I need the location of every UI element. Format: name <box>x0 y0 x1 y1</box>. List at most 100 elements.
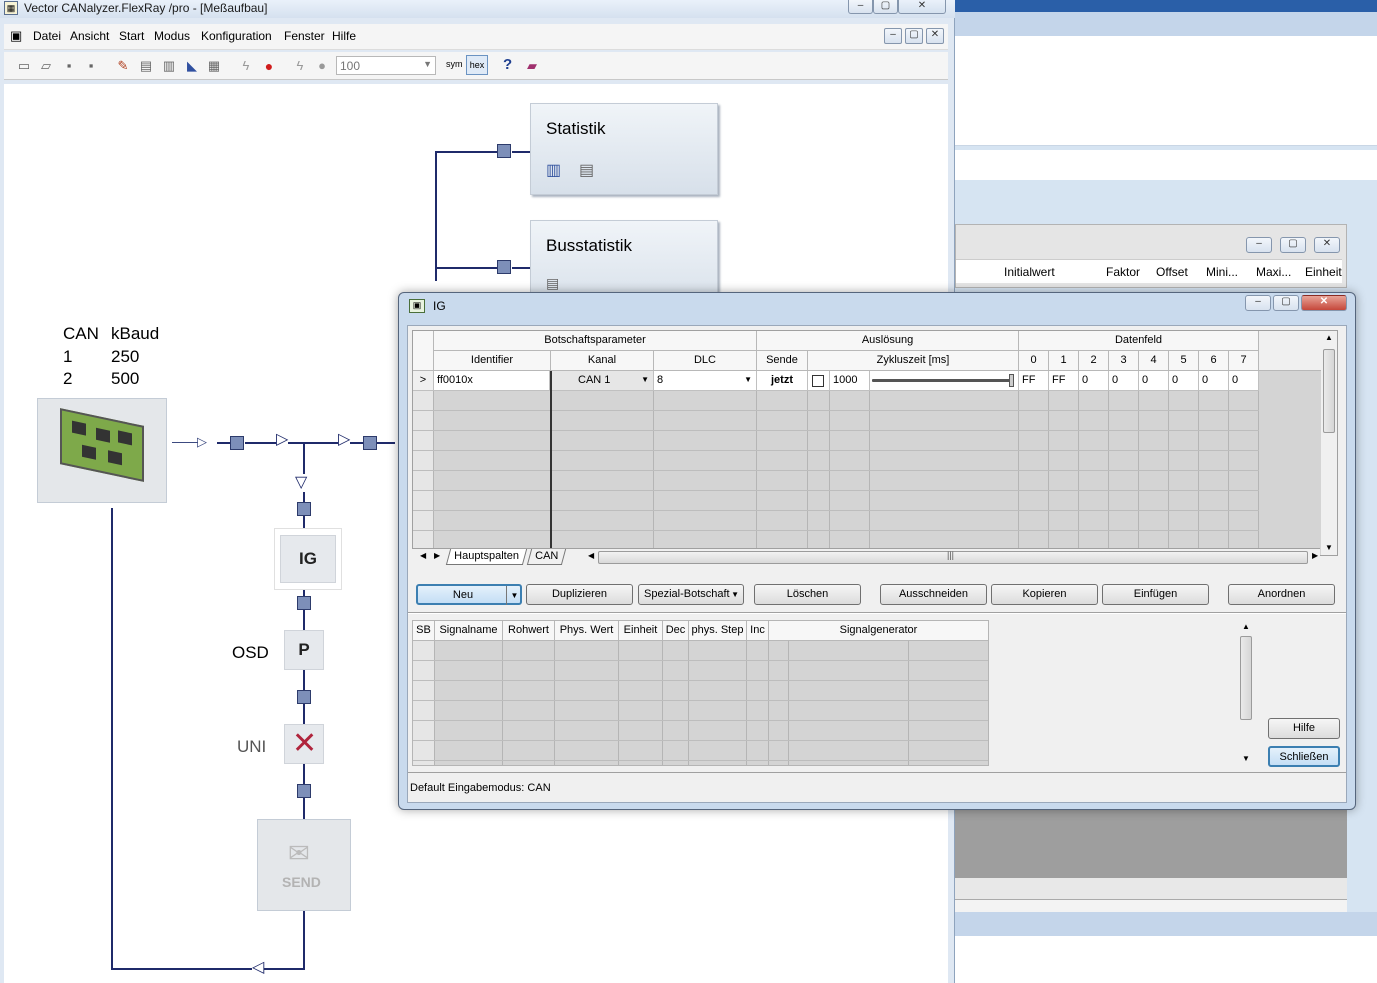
send-now-button[interactable]: jetzt <box>757 371 808 391</box>
window-icon[interactable]: ▤ <box>138 58 154 74</box>
hilfe-button[interactable]: Hilfe <box>1268 718 1340 739</box>
loeschen-button[interactable]: Löschen <box>754 584 861 605</box>
col-byte-5[interactable]: 5 <box>1169 351 1199 371</box>
scroll-up-icon[interactable]: ▲ <box>1325 333 1333 342</box>
grid-vertical-scrollbar[interactable]: ▲ ▼ <box>1321 331 1337 555</box>
save-icon[interactable]: ▪ <box>61 58 77 74</box>
port-square[interactable] <box>297 784 311 798</box>
hex-toggle[interactable]: hex <box>466 55 488 75</box>
tab-hauptspalten[interactable]: Hauptspalten <box>445 549 527 565</box>
help-icon[interactable]: ? <box>503 56 512 73</box>
port-square[interactable] <box>497 260 511 274</box>
column-einheit[interactable]: Einheit <box>1305 265 1342 279</box>
tab-scroll-left-icon[interactable]: ◀ <box>420 551 426 560</box>
col-byte-4[interactable]: 4 <box>1139 351 1169 371</box>
col-kanal[interactable]: Kanal <box>551 351 654 371</box>
signal-vertical-scrollbar[interactable]: ▲ ▼ <box>1238 620 1254 766</box>
close-icon[interactable]: ✕ <box>1301 295 1347 311</box>
schliessen-button[interactable]: Schließen <box>1268 746 1340 767</box>
col-byte-0[interactable]: 0 <box>1019 351 1049 371</box>
sym-toggle[interactable]: sym <box>446 59 463 69</box>
port-square[interactable] <box>497 144 511 158</box>
minimize-icon[interactable]: – <box>848 0 873 14</box>
byte-1-input[interactable]: FF <box>1049 371 1079 391</box>
edit-icon[interactable]: ▥ <box>161 58 177 74</box>
measure-icon[interactable]: ◣ <box>184 58 200 74</box>
scroll-right-icon[interactable]: ▶ <box>1312 551 1318 560</box>
scroll-down-icon[interactable]: ▼ <box>1325 543 1333 552</box>
minimize-icon[interactable]: – <box>1246 237 1272 253</box>
port-square[interactable] <box>297 502 311 516</box>
menu-modus[interactable]: Modus <box>154 29 190 43</box>
new-file-icon[interactable]: ▭ <box>16 58 32 74</box>
col-byte-3[interactable]: 3 <box>1109 351 1139 371</box>
col-byte-2[interactable]: 2 <box>1079 351 1109 371</box>
column-offset[interactable]: Offset <box>1156 265 1188 279</box>
col-sb[interactable]: SB <box>413 621 435 641</box>
lightning-icon[interactable]: ϟ <box>238 58 254 74</box>
p-block[interactable]: P <box>284 630 324 670</box>
column-initialwert[interactable]: Initialwert <box>1004 265 1055 279</box>
send-block[interactable]: ✉ SEND <box>257 819 351 911</box>
scrollbar-thumb[interactable] <box>1240 636 1252 720</box>
byte-4-input[interactable]: 0 <box>1139 371 1169 391</box>
neu-button[interactable]: Neu ▼ <box>416 584 522 605</box>
col-einheit[interactable]: Einheit <box>619 621 663 641</box>
col-dec[interactable]: Dec <box>663 621 689 641</box>
slider-handle[interactable] <box>1009 374 1014 387</box>
identifier-input[interactable]: ff0010x <box>434 371 550 391</box>
port-square[interactable] <box>297 690 311 704</box>
zoom-icon[interactable]: ● <box>314 58 330 74</box>
col-sende[interactable]: Sende <box>757 351 808 371</box>
chart-window-icon[interactable]: ▥ <box>546 160 561 180</box>
col-identifier[interactable]: Identifier <box>434 351 551 371</box>
tab-scroll-right-icon[interactable]: ▶ <box>434 551 440 560</box>
port-square[interactable] <box>297 596 311 610</box>
save-all-icon[interactable]: ▪ <box>83 58 99 74</box>
uni-block[interactable]: ✕ <box>284 724 324 764</box>
col-byte-6[interactable]: 6 <box>1199 351 1229 371</box>
col-phys-wert[interactable]: Phys. Wert <box>555 621 619 641</box>
maximize-icon[interactable]: ▢ <box>1280 237 1306 253</box>
scrollbar-thumb[interactable] <box>1323 349 1335 433</box>
statistik-block[interactable]: Statistik ▥ ▤ <box>530 103 718 195</box>
list-window-icon[interactable]: ▤ <box>579 160 594 180</box>
scroll-left-icon[interactable]: ◀ <box>588 551 594 560</box>
graphics-icon[interactable]: ✎ <box>115 58 131 74</box>
col-zykluszeit[interactable]: Zykluszeit [ms] <box>808 351 1019 371</box>
open-folder-icon[interactable]: ▱ <box>38 58 54 74</box>
record-icon[interactable]: ● <box>261 58 277 74</box>
col-inc[interactable]: Inc <box>747 621 769 641</box>
ig-block[interactable]: IG <box>280 535 336 583</box>
dlc-select[interactable]: 8 ▼ <box>654 371 757 391</box>
kopieren-button[interactable]: Kopieren <box>991 584 1098 605</box>
grid-icon[interactable]: ▦ <box>206 58 222 74</box>
spezial-botschaft-button[interactable]: Spezial-Botschaft ▼ <box>638 584 744 605</box>
can-card-block[interactable] <box>37 398 167 503</box>
menu-ansicht[interactable]: Ansicht <box>70 29 109 43</box>
zoom-select[interactable]: 100 ▼ <box>336 56 436 75</box>
byte-5-input[interactable]: 0 <box>1169 371 1199 391</box>
column-faktor[interactable]: Faktor <box>1106 265 1140 279</box>
document-icon[interactable]: ▣ <box>10 28 28 44</box>
close-icon[interactable]: ✕ <box>1314 237 1340 253</box>
mdi-minimize-icon[interactable]: – <box>884 28 902 44</box>
col-rohwert[interactable]: Rohwert <box>503 621 555 641</box>
kanal-select[interactable]: CAN 1 ▼ <box>552 371 654 391</box>
zykluszeit-slider[interactable] <box>870 371 1019 391</box>
minimize-icon[interactable]: – <box>1245 295 1271 311</box>
mdi-close-icon[interactable]: ✕ <box>926 28 944 44</box>
menu-datei[interactable]: Datei <box>33 29 61 43</box>
anordnen-button[interactable]: Anordnen <box>1228 584 1335 605</box>
col-signalgenerator[interactable]: Signalgenerator <box>769 621 988 641</box>
col-dlc[interactable]: DLC <box>654 351 757 371</box>
scroll-up-icon[interactable]: ▲ <box>1242 622 1250 631</box>
col-signalname[interactable]: Signalname <box>435 621 503 641</box>
maximize-icon[interactable]: ▢ <box>1273 295 1299 311</box>
port-square[interactable] <box>230 436 244 450</box>
einfuegen-button[interactable]: Einfügen <box>1102 584 1209 605</box>
menu-start[interactable]: Start <box>119 29 144 43</box>
close-icon[interactable]: ✕ <box>898 0 946 14</box>
column-mini[interactable]: Mini... <box>1206 265 1238 279</box>
book-icon[interactable]: ▰ <box>524 58 540 74</box>
